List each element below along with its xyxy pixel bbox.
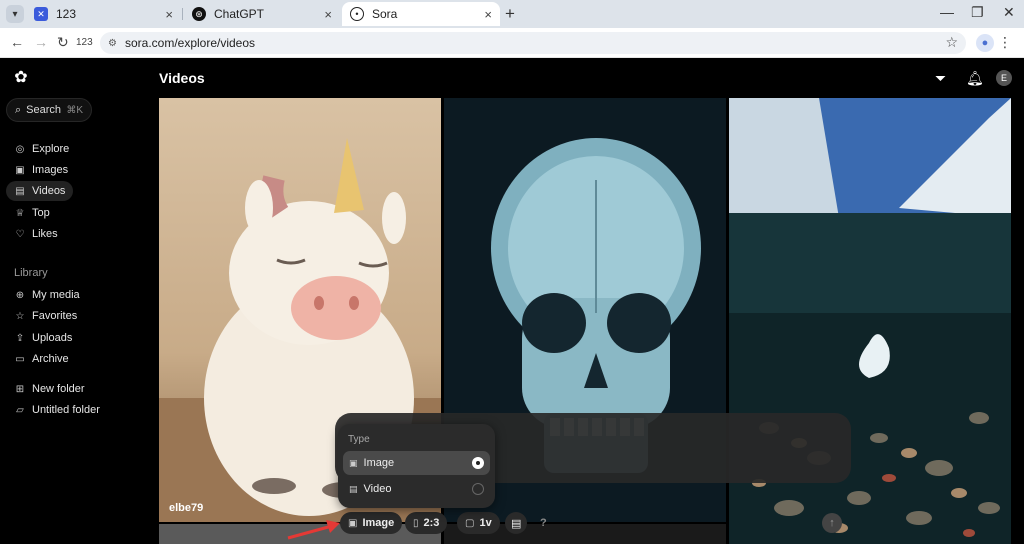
sidebar-item-label: Top xyxy=(32,207,50,219)
media-icon: ⊕ xyxy=(15,289,25,301)
star-icon: ☆ xyxy=(15,310,25,322)
folder-icon: ▱ xyxy=(16,404,24,416)
dropdown-heading: Type xyxy=(348,434,370,445)
site-settings-icon[interactable]: ⚙ xyxy=(108,38,117,49)
preset-icon: ▤ xyxy=(511,517,522,530)
sidebar-item-new-folder[interactable]: ⊞ New folder xyxy=(6,379,93,399)
tab-close-icon[interactable]: × xyxy=(324,7,332,22)
browser-tab-chatgpt[interactable]: ⊛ ChatGPT × xyxy=(184,2,340,26)
send-arrow-icon[interactable]: ↑ xyxy=(822,513,842,533)
upload-icon: ⇪ xyxy=(15,332,25,344)
sidebar-item-untitled-folder[interactable]: ▱ Untitled folder xyxy=(6,400,108,420)
browser-profile-icon[interactable]: ● xyxy=(976,34,994,52)
library-heading: Library xyxy=(14,267,48,279)
image-icon: ▣ xyxy=(349,457,358,468)
sidebar-item-label: Likes xyxy=(32,228,58,240)
browser-address-bar: ← → ↻ 123 ⚙ sora.com/explore/videos ☆ ● … xyxy=(0,28,1024,58)
sidebar-item-label: Untitled folder xyxy=(32,404,100,416)
video-icon: ▤ xyxy=(15,185,25,197)
image-icon: ▣ xyxy=(15,164,25,176)
tile-caption: elbe79 xyxy=(169,502,204,514)
url-text: sora.com/explore/videos xyxy=(124,36,256,50)
type-selector-button[interactable]: ▣ Image xyxy=(340,512,403,534)
browser-tab-sora[interactable]: • Sora × xyxy=(342,2,500,26)
sidebar-item-label: New folder xyxy=(32,383,85,395)
search-icon: ⌕ xyxy=(15,103,22,116)
bookmark-star-icon[interactable]: ☆ xyxy=(945,34,958,51)
sidebar-item-label: Videos xyxy=(32,185,66,197)
search-button[interactable]: ⌕ Search ⌘K xyxy=(6,98,92,122)
browser-menu-icon[interactable]: ⋮ xyxy=(998,34,1012,51)
type-option-image[interactable]: ▣ Image xyxy=(343,451,490,475)
sora-favicon-icon: • xyxy=(350,7,364,21)
window-close-icon[interactable]: ✕ xyxy=(1003,4,1015,21)
user-avatar[interactable]: E xyxy=(996,70,1012,86)
aspect-ratio-button[interactable]: ▯ 2:3 xyxy=(405,512,448,534)
tab-divider xyxy=(182,8,183,20)
tab-title: 123 xyxy=(56,7,77,21)
sidebar-item-label: Explore xyxy=(32,143,70,155)
sidebar-item-my-media[interactable]: ⊕ My media xyxy=(6,285,88,305)
tab-close-icon[interactable]: × xyxy=(165,7,173,22)
help-button[interactable]: ? xyxy=(533,512,554,534)
aspect-ratio-label: 2:3 xyxy=(423,517,440,529)
sidebar-item-label: My media xyxy=(32,289,80,301)
browser-tab-bar: ▾ ✕ 123 × ⊛ ChatGPT × • Sora × + — ❐ ✕ xyxy=(0,0,1024,28)
type-dropdown-menu: Type ▣ Image ▤ Video xyxy=(338,424,495,508)
page-title: Videos xyxy=(159,70,205,86)
sidebar-item-label: Favorites xyxy=(32,310,78,322)
address-badge: 123 xyxy=(76,37,93,48)
portrait-frame-icon: ▯ xyxy=(413,517,419,529)
option-label: Video xyxy=(363,483,392,495)
restore-icon[interactable]: ❐ xyxy=(971,4,984,21)
archive-icon: ▭ xyxy=(15,353,25,365)
search-label: Search xyxy=(26,104,62,116)
search-shortcut: ⌘K xyxy=(66,104,83,116)
new-folder-icon: ⊞ xyxy=(15,383,25,395)
sidebar-item-archive[interactable]: ▭ Archive xyxy=(6,349,77,369)
variations-label: 1v xyxy=(479,517,492,529)
type-button-label: Image xyxy=(362,517,395,529)
sidebar-item-label: Archive xyxy=(32,353,69,365)
variations-button[interactable]: ▢ 1v xyxy=(457,512,500,534)
sidebar-item-uploads[interactable]: ⇪ Uploads xyxy=(6,328,80,348)
sidebar-item-explore[interactable]: ◎ Explore xyxy=(6,139,77,159)
radio-unselected[interactable] xyxy=(472,483,484,495)
video-icon: ▤ xyxy=(349,483,358,494)
sidebar-item-likes[interactable]: ♡ Likes xyxy=(6,224,66,244)
forward-arrow-icon[interactable]: → xyxy=(34,34,48,50)
annotation-arrow xyxy=(287,520,340,540)
sidebar-item-top[interactable]: ♕ Top xyxy=(6,203,58,223)
new-tab-plus-icon[interactable]: + xyxy=(505,4,515,24)
option-label: Image xyxy=(363,457,395,469)
tab-search-chevron-icon[interactable]: ▾ xyxy=(6,5,24,23)
tab-title: Sora xyxy=(372,7,398,21)
compass-icon: ◎ xyxy=(15,143,25,155)
sidebar-item-videos[interactable]: ▤ Videos xyxy=(6,181,74,201)
type-option-video[interactable]: ▤ Video xyxy=(343,477,490,501)
browser-tab-123[interactable]: ✕ 123 × xyxy=(26,2,181,26)
chatgpt-favicon-icon: ⊛ xyxy=(192,7,206,21)
sidebar-item-favorites[interactable]: ☆ Favorites xyxy=(6,306,85,326)
sidebar-item-images[interactable]: ▣ Images xyxy=(6,160,76,180)
sidebar-item-label: Uploads xyxy=(32,332,73,344)
openai-logo-icon[interactable]: ✿ xyxy=(12,68,30,86)
heart-icon: ♡ xyxy=(15,228,25,240)
back-arrow-icon[interactable]: ← xyxy=(10,34,24,50)
image-icon: ▣ xyxy=(348,517,358,529)
tab-close-icon[interactable]: × xyxy=(484,7,492,22)
filter-icon[interactable]: ⏷ xyxy=(935,70,946,87)
minimize-icon[interactable]: — xyxy=(940,4,954,20)
help-label: ? xyxy=(540,517,547,529)
tab-title: ChatGPT xyxy=(214,7,265,21)
radio-selected[interactable] xyxy=(472,457,484,469)
variations-icon: ▢ xyxy=(465,517,475,529)
bell-icon[interactable]: 🔔︎ xyxy=(966,70,984,87)
url-field[interactable]: ⚙ sora.com/explore/videos xyxy=(100,32,966,54)
trophy-icon: ♕ xyxy=(15,207,25,219)
reload-icon[interactable]: ↻ xyxy=(57,34,69,51)
tab-favicon-icon: ✕ xyxy=(34,7,48,21)
sidebar-item-label: Images xyxy=(32,164,69,176)
